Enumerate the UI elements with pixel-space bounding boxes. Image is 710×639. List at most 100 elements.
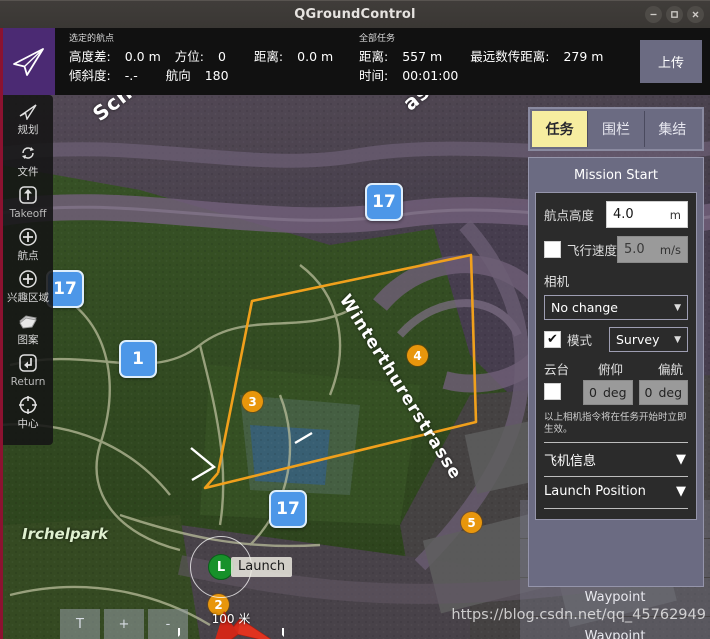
camera-note: 以上相机指令将在任务开始时立即生效。 — [544, 412, 687, 435]
pattern-polygon-icon — [15, 309, 41, 333]
sidebar-label-pattern: 图案 — [17, 334, 39, 346]
gimbal-pitch-unit: deg — [602, 385, 627, 400]
poi-marker[interactable]: 17 — [365, 183, 403, 221]
chevron-down-icon: ▼ — [674, 302, 681, 313]
gimbal-label: 云台 — [544, 362, 570, 377]
sidebar-label-plan: 规划 — [17, 124, 39, 136]
mode-value: Survey — [616, 332, 660, 347]
plan-mode-tabs: 任务 围栏 集结 — [528, 107, 704, 151]
return-home-icon — [15, 351, 41, 375]
sidebar-label-return: Return — [10, 376, 46, 388]
flight-speed-unit: m/s — [659, 242, 681, 257]
mode-select[interactable]: Survey ▼ — [609, 327, 688, 352]
waypoint-altitude-unit: m — [669, 207, 681, 222]
alt-diff-label: 高度差: — [69, 49, 111, 64]
watermark-text: https://blog.csdn.net/qq_45762949 — [451, 607, 706, 623]
tab-geofence[interactable]: 围栏 — [588, 111, 645, 147]
mission-editor-panel: 任务 围栏 集结 Mission Start 航点高度 4.0 m 飞行速度 5… — [520, 95, 710, 639]
map-scale-bar: 100 米 — [178, 610, 284, 637]
poi-marker[interactable]: 1 — [119, 340, 157, 378]
sidebar-item-waypoint[interactable]: 航点 — [3, 223, 53, 265]
launch-position-accordion[interactable]: Launch Position ▼ — [544, 476, 688, 506]
total-mission-info: 全部任务 距离: 557 m 最远数传距离: 279 m 时间: 00:01:0… — [355, 28, 615, 95]
chevron-down-icon: ▼ — [674, 334, 681, 345]
mission-time-value: 00:01:00 — [402, 68, 459, 83]
mission-start-fields: 航点高度 4.0 m 飞行速度 5.0 m/s 相机 No change ▼ ✔… — [535, 192, 697, 520]
total-mission-caption: 全部任务 — [359, 34, 396, 44]
gradient-value: -.- — [124, 68, 138, 83]
close-icon[interactable] — [687, 6, 704, 23]
flight-speed-value: 5.0 — [624, 242, 645, 257]
flight-speed-input[interactable]: 5.0 m/s — [617, 236, 688, 263]
camera-section-label: 相机 — [544, 274, 570, 289]
alt-diff-value: 0.0 m — [124, 49, 161, 64]
plan-icon — [15, 99, 41, 123]
mission-start-card: Mission Start 航点高度 4.0 m 飞行速度 5.0 m/s 相机… — [528, 157, 704, 587]
sidebar-item-takeoff[interactable]: Takeoff — [3, 181, 53, 223]
qgc-paper-plane-logo[interactable] — [0, 28, 55, 95]
sidebar-item-center[interactable]: 中心 — [3, 391, 53, 433]
waypoint-marker[interactable]: 3 — [242, 391, 263, 412]
window-left-accent — [0, 95, 3, 639]
camera-action-select[interactable]: No change ▼ — [544, 295, 688, 320]
poi-marker[interactable]: 17 — [269, 490, 307, 528]
sidebar-item-return[interactable]: Return — [3, 349, 53, 391]
sidebar-item-file[interactable]: 文件 — [3, 139, 53, 181]
heading-label: 航向 — [165, 68, 191, 83]
upload-button[interactable]: 上传 — [640, 40, 702, 83]
gimbal-yaw-input[interactable]: 0 deg — [638, 380, 688, 405]
takeoff-arrow-icon — [15, 183, 41, 207]
selected-waypoint-info: 选定的航点 高度差: 0.0 m 方位: 0 距离: 0.0 m 倾斜度: -.… — [55, 28, 355, 95]
card-divider — [544, 508, 688, 509]
window-titlebar: QGroundControl — [0, 0, 710, 28]
mode-label: 模式 — [567, 333, 593, 348]
map-zoom-controls: T + - — [60, 609, 188, 639]
map-scale-ticks — [178, 628, 284, 637]
sidebar-item-roi[interactable]: 兴趣区域 — [3, 265, 53, 307]
waypoint-marker[interactable]: 4 — [407, 345, 428, 366]
sidebar-item-plan[interactable]: 规划 — [3, 97, 53, 139]
mission-time-label: 时间: — [359, 68, 389, 83]
sidebar-label-waypoint: 航点 — [17, 250, 39, 262]
heading-value: 180 — [204, 68, 229, 83]
sidebar-item-pattern[interactable]: 图案 — [3, 307, 53, 349]
window-edge-accent — [0, 28, 3, 95]
park-label-irchelpark: Irchelpark — [22, 525, 109, 543]
mission-info-toolbar: 选定的航点 高度差: 0.0 m 方位: 0 距离: 0.0 m 倾斜度: -.… — [0, 28, 710, 95]
gimbal-pitch-value: 0 — [589, 385, 597, 400]
mode-row: ✔ 模式 Survey ▼ — [544, 327, 688, 352]
selected-waypoint-caption: 选定的航点 — [69, 34, 115, 44]
waypoint-altitude-input[interactable]: 4.0 m — [606, 201, 688, 228]
total-mission-row-1: 距离: 557 m 最远数传距离: 279 m — [359, 47, 615, 66]
sync-file-icon — [15, 141, 41, 165]
gimbal-values-row: 0 deg 0 deg — [544, 380, 688, 405]
minimize-icon[interactable] — [645, 6, 662, 23]
add-roi-icon — [15, 267, 41, 291]
waypoint-altitude-row: 航点高度 4.0 m — [544, 201, 688, 228]
waypoint-altitude-value: 4.0 — [613, 207, 634, 222]
zoom-in-button[interactable]: + — [104, 609, 144, 639]
card-title: Mission Start — [573, 168, 659, 183]
tab-mission[interactable]: 任务 — [532, 111, 589, 147]
flight-speed-checkbox[interactable] — [544, 241, 561, 258]
mode-checkbox[interactable]: ✔ — [544, 331, 561, 348]
gimbal-pitch-input[interactable]: 0 deg — [583, 380, 633, 405]
launch-position-label: Launch Position — [544, 484, 646, 499]
gimbal-checkbox[interactable] — [544, 383, 561, 400]
tab-rally[interactable]: 集结 — [645, 111, 700, 147]
gimbal-yaw-label: 偏航 — [658, 362, 684, 377]
chevron-down-icon: ▼ — [676, 452, 686, 467]
waypoint-marker[interactable]: 5 — [461, 512, 482, 533]
map-type-button[interactable]: T — [60, 609, 100, 639]
vehicle-info-accordion[interactable]: 飞机信息 ▼ — [544, 442, 688, 476]
wp-distance-label: 距离: — [253, 49, 284, 64]
gradient-label: 倾斜度: — [69, 68, 111, 83]
maximize-icon[interactable] — [666, 6, 683, 23]
plan-toolstrip: 规划 文件 Takeoff 航点 兴趣区域 图案 Return 中心 — [3, 95, 53, 445]
gimbal-yaw-unit: deg — [658, 385, 682, 400]
vehicle-info-label: 飞机信息 — [544, 454, 597, 469]
bearing-value: 0 — [217, 49, 226, 64]
chevron-down-icon: ▼ — [676, 484, 686, 499]
camera-action-value: No change — [551, 300, 618, 315]
gimbal-yaw-value: 0 — [644, 385, 653, 400]
